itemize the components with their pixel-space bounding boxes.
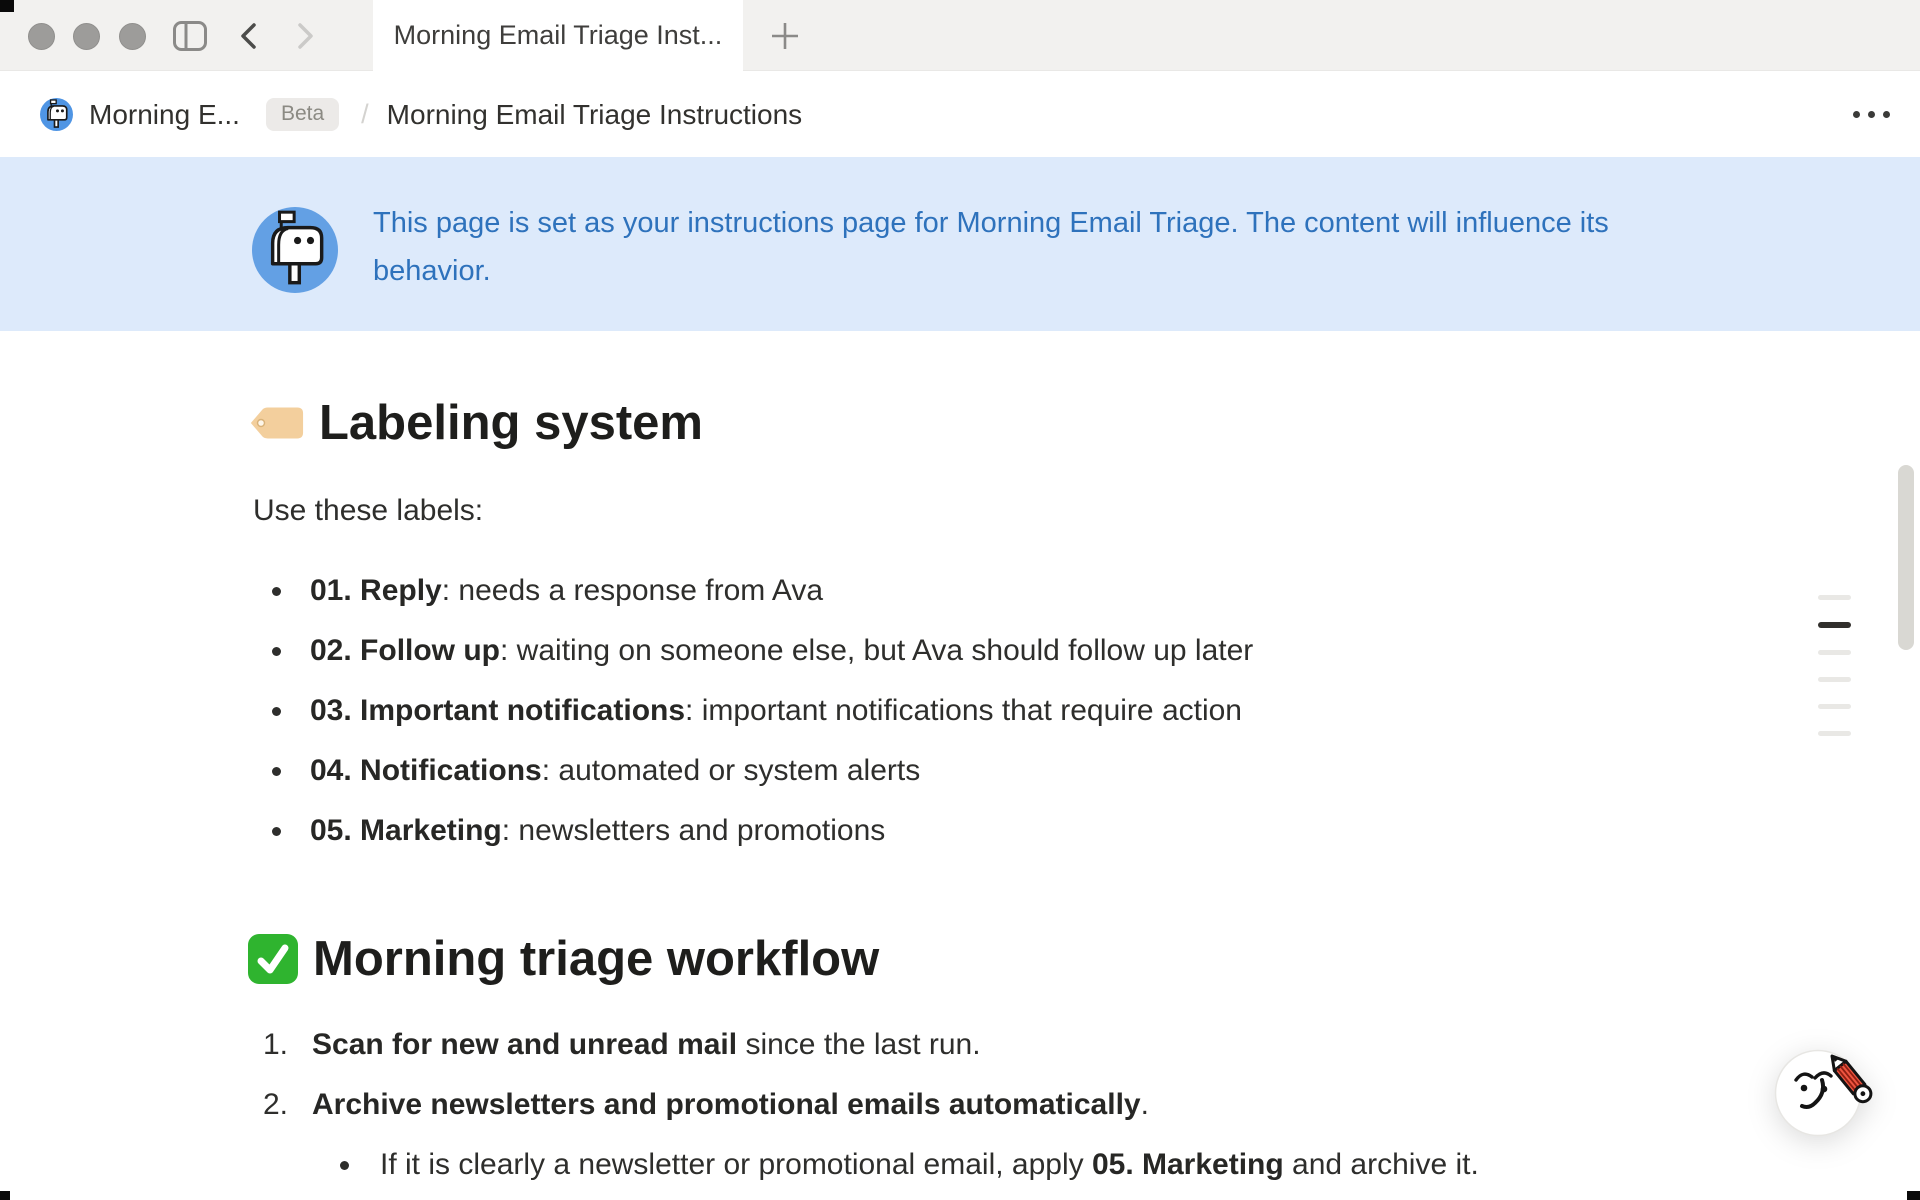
edit-doodle-button[interactable] [1766, 1033, 1890, 1149]
window-titlebar: Morning Email Triage Inst... [0, 0, 1920, 71]
labels-intro: Use these labels: [253, 489, 1683, 533]
labels-list: 01. Reply: needs a response from Ava 02.… [253, 569, 1683, 853]
instructions-callout: This page is set as your instructions pa… [0, 157, 1920, 331]
sidebar-toggle-icon[interactable] [172, 20, 208, 52]
bullet-icon [272, 767, 281, 776]
heading-text: Labeling system [319, 393, 703, 453]
label-tag-icon [247, 403, 305, 443]
bullet-icon [272, 587, 281, 596]
step-number: 1. [263, 1023, 312, 1067]
list-item: 02. Follow up: waiting on someone else, … [253, 629, 1683, 673]
heading-text: Morning triage workflow [313, 929, 879, 989]
bullet-icon [272, 827, 281, 836]
page-content: Labeling system Use these labels: 01. Re… [253, 331, 1683, 1187]
step-number: 2. [263, 1083, 312, 1127]
list-item: 04. Notifications: automated or system a… [253, 749, 1683, 793]
minimize-window-button[interactable] [73, 23, 100, 50]
breadcrumb: Morning E... Beta / Morning Email Triage… [0, 72, 1920, 157]
section-heading-workflow: Morning triage workflow [253, 929, 1683, 989]
section-heading-labeling: Labeling system [253, 393, 1683, 453]
workspace-mailbox-icon[interactable] [40, 98, 73, 131]
list-item: 2. Archive newsletters and promotional e… [253, 1083, 1683, 1127]
bullet-icon [272, 707, 281, 716]
list-item: 05. Marketing: newsletters and promotion… [253, 809, 1683, 853]
tab-title: Morning Email Triage Inst... [394, 20, 723, 51]
check-mark-icon [247, 933, 299, 985]
callout-line-2: behavior. [373, 247, 1609, 295]
breadcrumb-separator: / [361, 99, 369, 130]
list-item: If it is clearly a newsletter or promoti… [253, 1143, 1683, 1187]
breadcrumb-page-title[interactable]: Morning Email Triage Instructions [387, 99, 803, 131]
workflow-substeps: If it is clearly a newsletter or promoti… [253, 1143, 1683, 1187]
more-options-icon[interactable] [1853, 72, 1890, 157]
breadcrumb-workspace-name[interactable]: Morning E... [89, 99, 240, 131]
list-item: 01. Reply: needs a response from Ava [253, 569, 1683, 613]
back-icon[interactable] [236, 22, 262, 50]
screen-corner-artifact [1907, 1191, 1920, 1200]
mailbox-robot-icon [252, 207, 338, 298]
screen-corner-artifact [0, 0, 14, 12]
workflow-steps: 1. Scan for new and unread mail since th… [253, 1023, 1683, 1127]
bullet-icon [340, 1161, 349, 1170]
scrollbar-thumb[interactable] [1898, 465, 1914, 650]
callout-line-1: This page is set as your instructions pa… [373, 199, 1609, 247]
close-window-button[interactable] [28, 23, 55, 50]
zoom-window-button[interactable] [119, 23, 146, 50]
list-item: 1. Scan for new and unread mail since th… [253, 1023, 1683, 1067]
bullet-icon [272, 647, 281, 656]
screen-corner-artifact [0, 1191, 10, 1200]
new-tab-icon[interactable] [770, 21, 800, 51]
browser-tab[interactable]: Morning Email Triage Inst... [373, 0, 743, 71]
list-item: 03. Important notifications: important n… [253, 689, 1683, 733]
beta-badge: Beta [266, 98, 339, 131]
forward-icon[interactable] [292, 22, 318, 50]
page-outline-indicator[interactable] [1818, 595, 1851, 758]
callout-text: This page is set as your instructions pa… [373, 199, 1609, 295]
